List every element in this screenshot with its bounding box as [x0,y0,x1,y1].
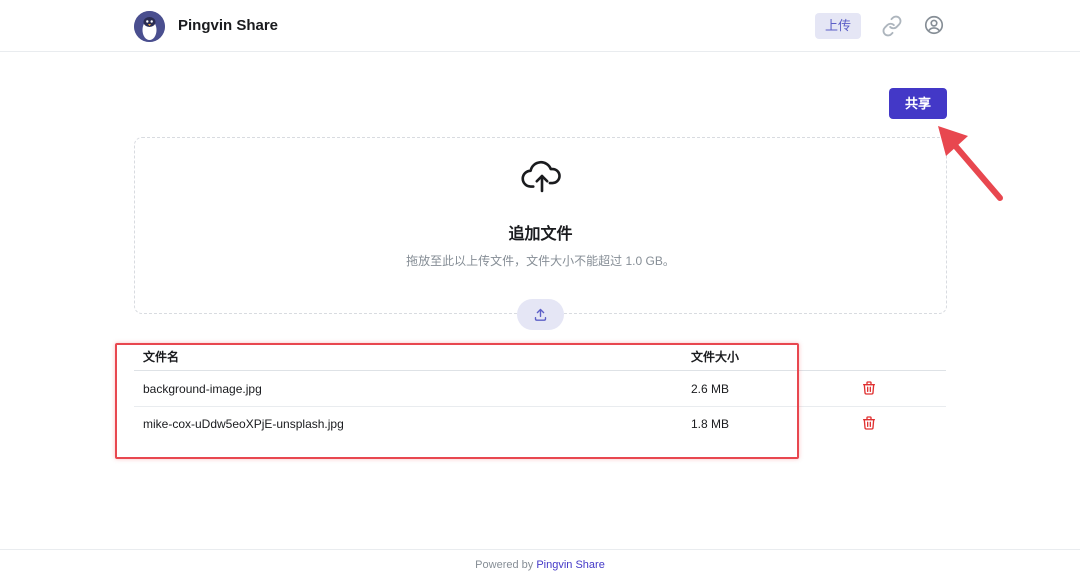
delete-file-button[interactable] [861,380,877,396]
nav-upload-button[interactable]: 上传 [815,13,861,39]
trash-icon [863,416,875,430]
file-dropzone[interactable]: 追加文件 拖放至此以上传文件，文件大小不能超过 1.0 GB。 [134,137,947,314]
cloud-upload-icon [521,160,561,193]
dropzone-hint: 拖放至此以上传文件，文件大小不能超过 1.0 GB。 [406,254,675,268]
top-header: Pingvin Share 上传 [0,0,1080,52]
trash-icon [863,381,875,395]
share-button[interactable]: 共享 [889,88,947,119]
link-icon [882,15,902,37]
footer-prefix: Powered by [475,559,534,571]
page-footer: Powered by Pingvin Share [0,549,1080,579]
upload-file-button[interactable] [517,299,564,330]
app-title[interactable]: Pingvin Share [178,17,278,34]
delete-file-button[interactable] [861,415,877,431]
dropzone-title: 追加文件 [508,226,573,243]
annotation-highlight-box [115,343,799,459]
penguin-logo-icon[interactable] [134,11,165,42]
user-menu-button[interactable] [923,14,945,36]
share-links-button[interactable] [881,15,903,37]
annotation-arrow [938,126,1003,201]
footer-brand-link[interactable]: Pingvin Share [536,559,605,571]
upload-icon [534,308,547,321]
user-circle-icon [924,15,944,35]
